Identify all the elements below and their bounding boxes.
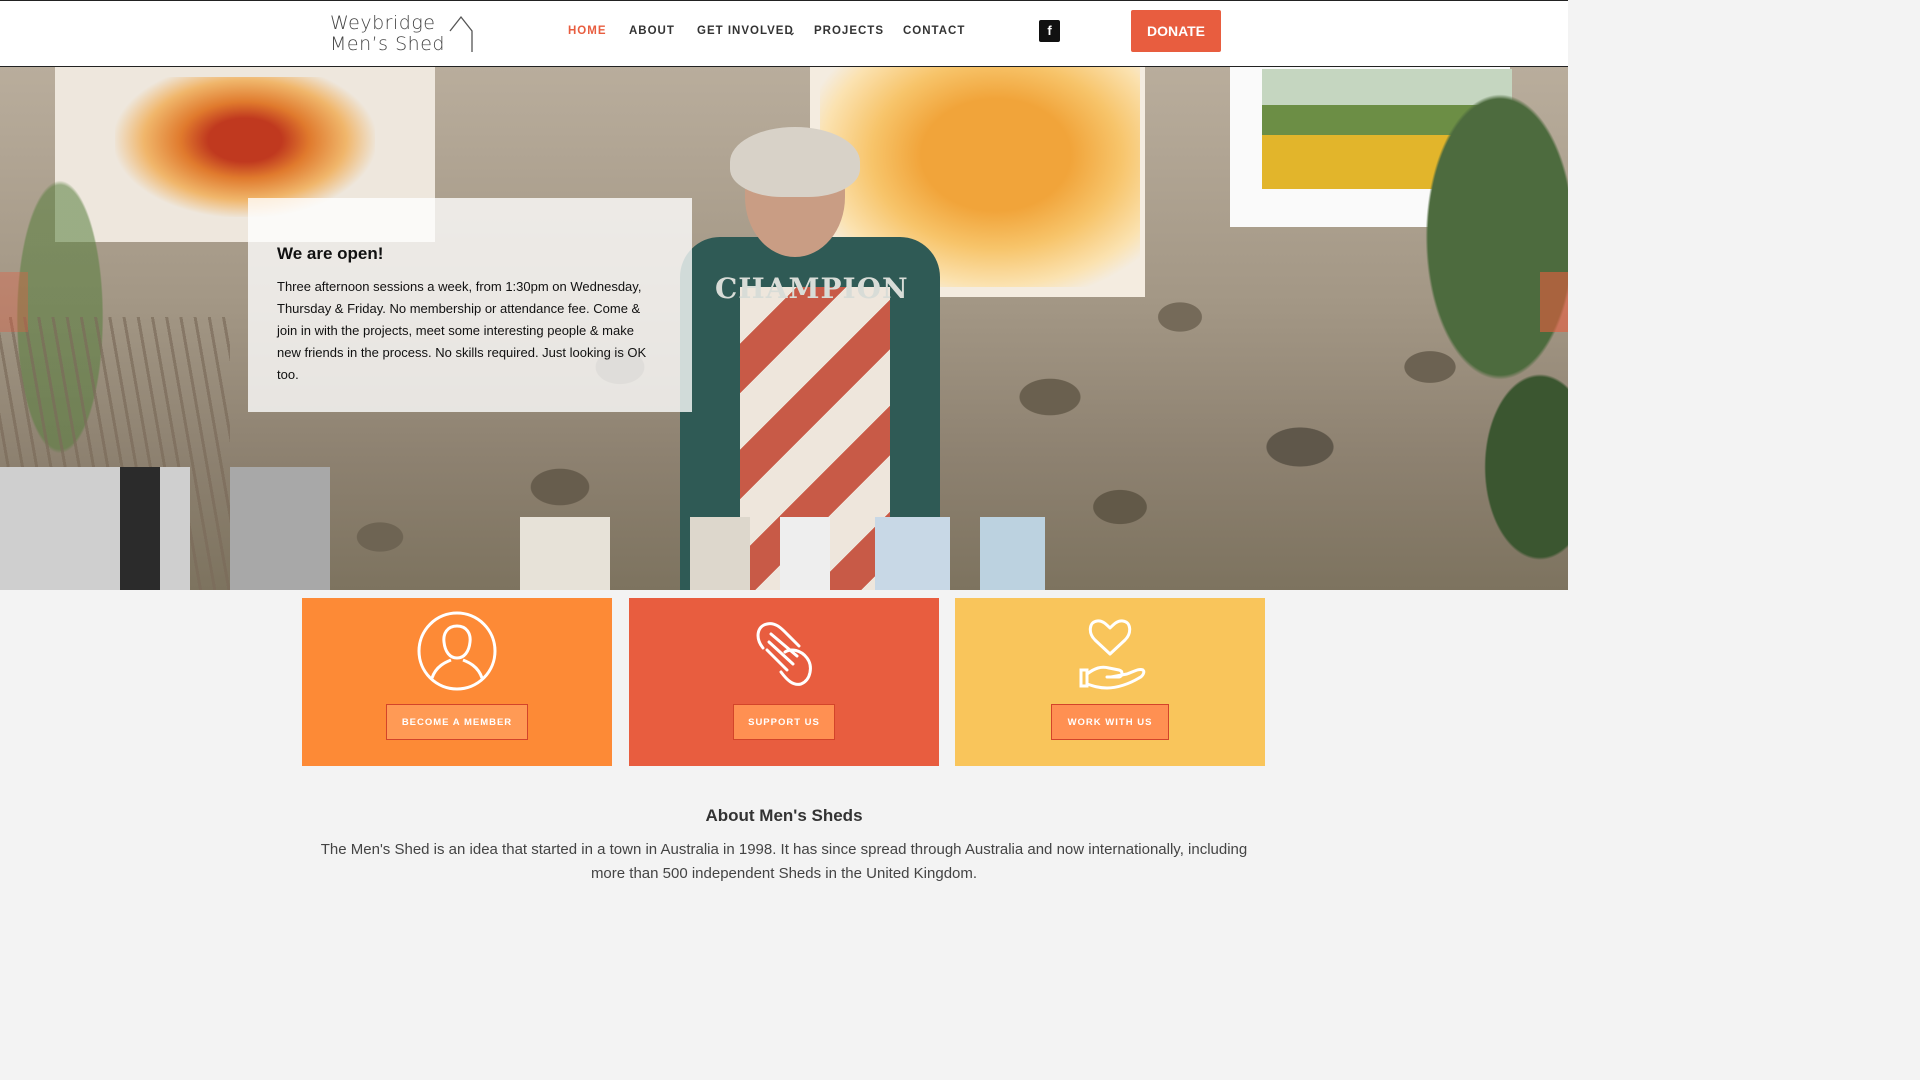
- hero-banner: CHAMPION We are open! Three afternoon se…: [0, 67, 1568, 590]
- nav-home[interactable]: HOME: [568, 25, 607, 37]
- chevron-down-icon: ⌄: [788, 27, 797, 37]
- hero-plant-right: [1310, 67, 1568, 590]
- work-with-us-button[interactable]: WORK WITH US: [1051, 704, 1169, 740]
- logo-text: Weybridge Men’s Shed: [330, 13, 445, 55]
- site-header: Weybridge Men’s Shed HOME ABOUT GET INVO…: [0, 0, 1568, 67]
- about-text: The Men's Shed is an idea that started i…: [320, 841, 1248, 882]
- logo-line-1: Weybridge: [330, 12, 436, 34]
- support-us-button[interactable]: SUPPORT US: [733, 704, 835, 740]
- nav-about[interactable]: ABOUT: [629, 25, 675, 37]
- donate-button[interactable]: DONATE: [1131, 10, 1221, 52]
- handshake-icon: [756, 622, 812, 686]
- nav-projects[interactable]: PROJECTS: [814, 25, 884, 37]
- nav-contact[interactable]: CONTACT: [903, 25, 965, 37]
- card-become-member: BECOME A MEMBER: [302, 598, 612, 766]
- slider-prev-arrow[interactable]: [0, 272, 28, 332]
- open-text: Three afternoon sessions a week, from 1:…: [277, 279, 647, 382]
- nav-get-involved-label: GET INVOLVED: [697, 25, 794, 37]
- open-info-box: We are open! Three afternoon sessions a …: [248, 198, 692, 412]
- nav-get-involved[interactable]: GET INVOLVED ⌄: [697, 25, 797, 37]
- hero-shirt-text: CHAMPION: [715, 272, 909, 305]
- facebook-icon[interactable]: f: [1039, 20, 1060, 42]
- card-work-with-us: WORK WITH US: [955, 598, 1265, 766]
- become-member-button[interactable]: BECOME A MEMBER: [386, 704, 528, 740]
- open-title: We are open!: [277, 244, 384, 263]
- slider-next-arrow[interactable]: [1540, 272, 1568, 332]
- person-icon: [417, 611, 497, 691]
- logo-line-2: Men’s Shed: [330, 33, 445, 55]
- about-title: About Men's Sheds: [705, 806, 863, 825]
- card-support-us: SUPPORT US: [629, 598, 939, 766]
- heart-hand-icon: [1079, 619, 1146, 690]
- site-logo[interactable]: Weybridge Men’s Shed: [330, 13, 480, 57]
- house-icon: [449, 15, 473, 52]
